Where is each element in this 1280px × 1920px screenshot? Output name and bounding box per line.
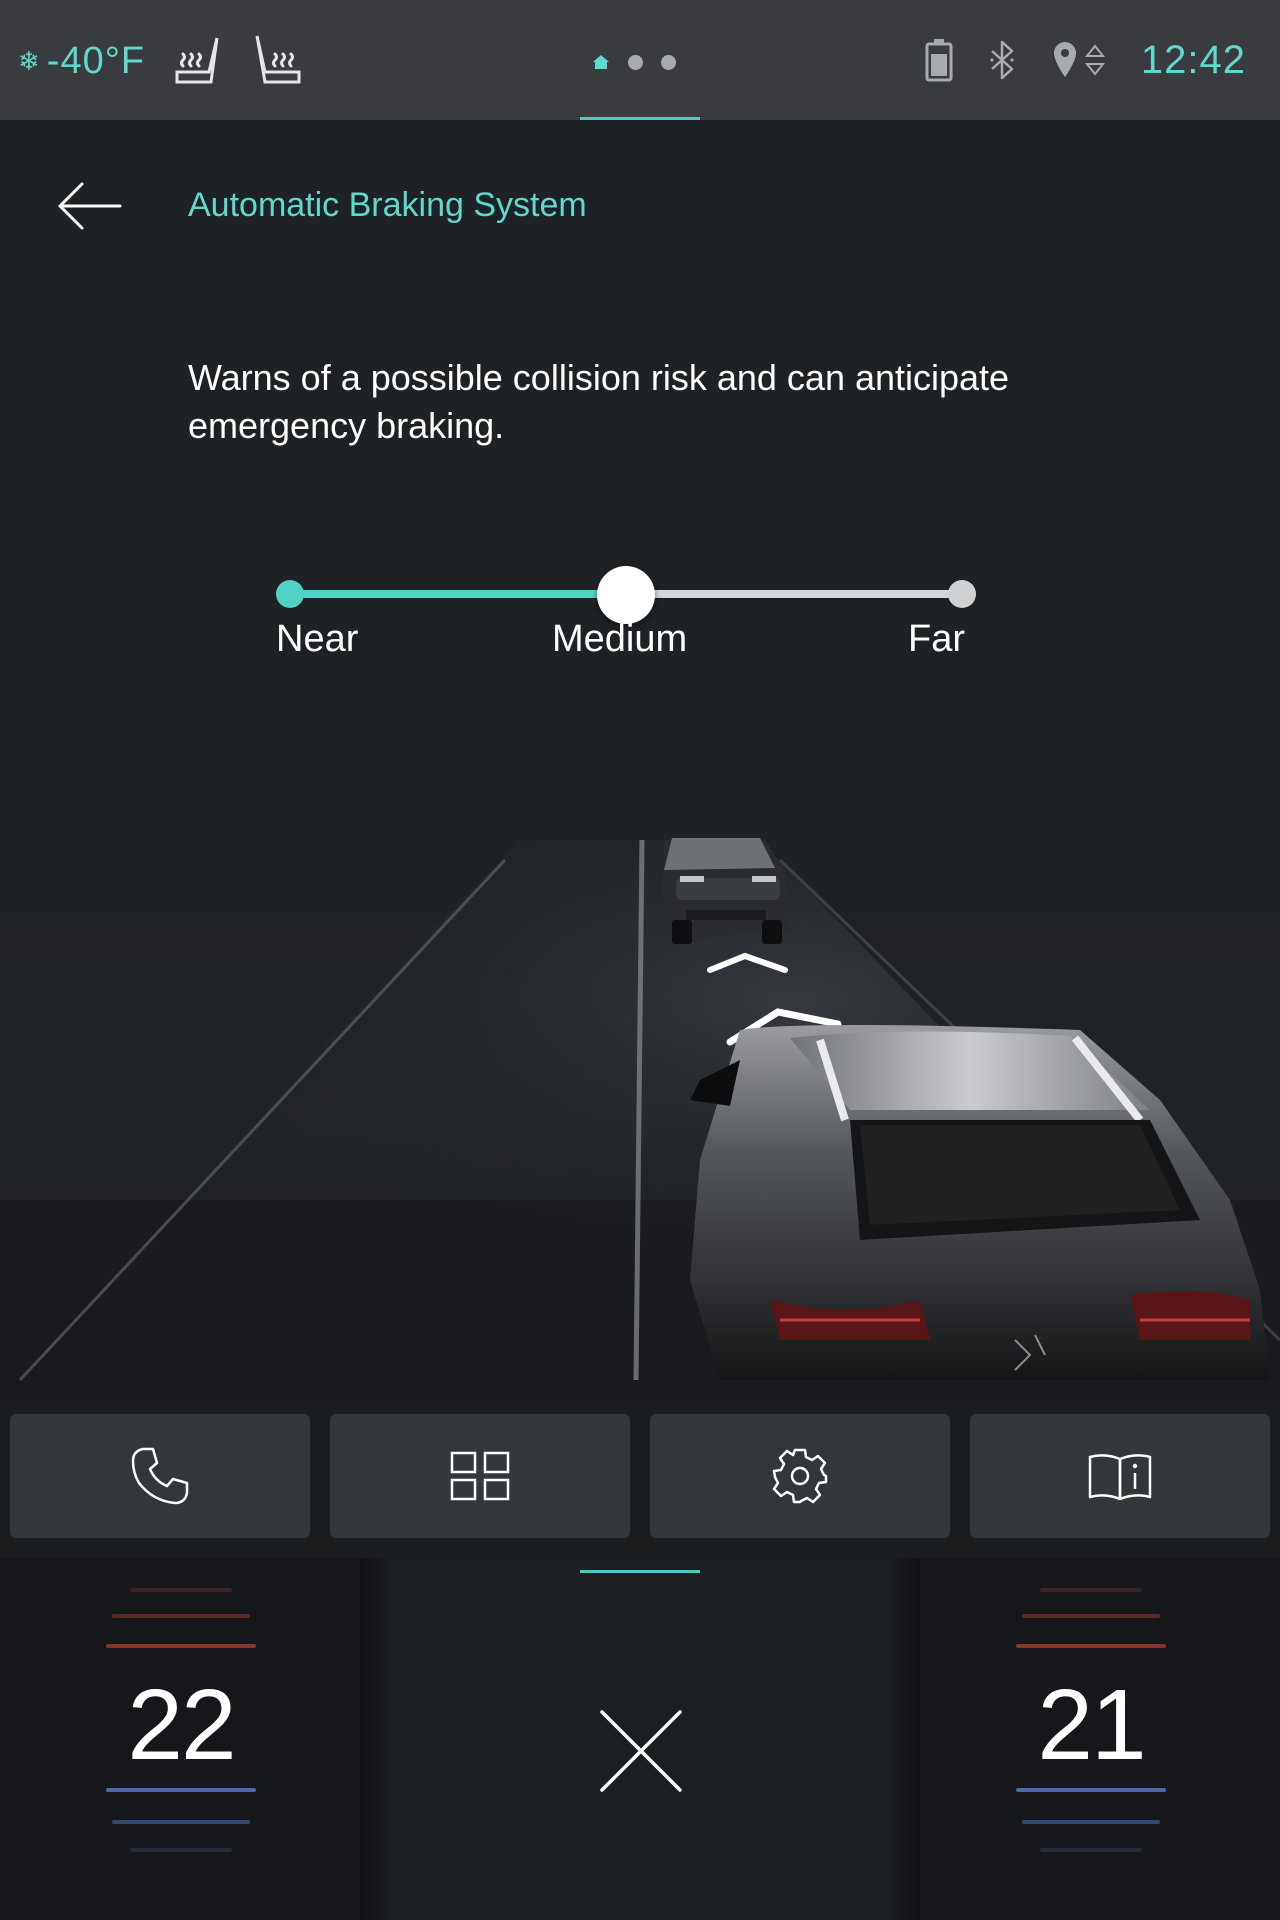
temp-bar-hot-1 [106,1644,256,1648]
slider-label-medium[interactable]: Medium [552,618,687,661]
temp-bar-cold-3 [1040,1848,1142,1852]
manual-button[interactable] [970,1414,1270,1538]
slider-track-fill [290,590,626,598]
passenger-temperature-zone[interactable]: 21 [1016,1558,1166,1920]
slider-knob[interactable] [597,566,655,624]
phone-icon [131,1447,189,1505]
slider-stop-near[interactable] [276,580,304,608]
climate-tab-underline [580,1570,700,1573]
slider-stop-far[interactable] [948,580,976,608]
braking-illustration [0,780,1280,1400]
temp-bar-cold-1 [1016,1788,1166,1792]
bluetooth-icon [990,40,1014,80]
close-icon[interactable] [596,1706,686,1796]
temp-bar-hot-3 [1040,1588,1142,1592]
status-left: ❄ -40°F [18,35,305,86]
phone-button[interactable] [10,1414,310,1538]
slider-label-far[interactable]: Far [908,618,965,661]
quick-action-bar [0,1398,1280,1558]
home-icon[interactable] [592,54,610,70]
page-indicator[interactable] [592,54,676,70]
slider-labels: Near Medium Far [260,618,1020,668]
car-ahead [662,838,790,944]
snowflake-icon: ❄ [18,45,41,76]
page-title: Automatic Braking System [188,186,587,224]
apps-button[interactable] [330,1414,630,1538]
temp-bar-cold-1 [106,1788,256,1792]
settings-gear-icon [772,1448,828,1504]
panel-shade-right [884,1558,920,1920]
temp-bar-hot-2 [1022,1614,1160,1618]
temp-bar-cold-3 [130,1848,232,1852]
page-dot-2[interactable] [628,54,643,70]
temp-bar-cold-2 [112,1820,250,1824]
temp-bar-hot-2 [112,1614,250,1618]
driver-temperature-zone[interactable]: 22 [106,1558,256,1920]
status-right: 12:42 [925,30,1280,90]
feature-description: Warns of a possible collision risk and c… [188,357,1010,446]
driver-temperature[interactable]: 22 [106,1668,256,1783]
outside-temperature: ❄ -40°F [18,40,145,83]
apps-grid-icon [450,1451,510,1501]
panel-shade-left [360,1558,396,1920]
passenger-temperature[interactable]: 21 [1016,1668,1166,1783]
slider-label-near[interactable]: Near [276,618,358,661]
back-arrow-icon[interactable] [56,178,124,234]
temp-bar-cold-2 [1022,1820,1160,1824]
location-signal-icon [1053,42,1105,77]
page-dot-3[interactable] [661,54,676,70]
heated-seat-rear-icon[interactable] [249,32,305,90]
manual-book-icon [1088,1454,1152,1501]
heated-seat-icon[interactable] [171,32,227,90]
clock: 12:42 [1140,37,1246,82]
status-bar: ❄ -40°F 12:42 [0,0,1280,120]
status-tab-underline [580,117,700,120]
outside-temp-value: -40°F [46,39,146,82]
phone-battery-icon [925,39,953,82]
temp-bar-hot-1 [1016,1644,1166,1648]
settings-button[interactable] [650,1414,950,1538]
temp-bar-hot-3 [130,1588,232,1592]
